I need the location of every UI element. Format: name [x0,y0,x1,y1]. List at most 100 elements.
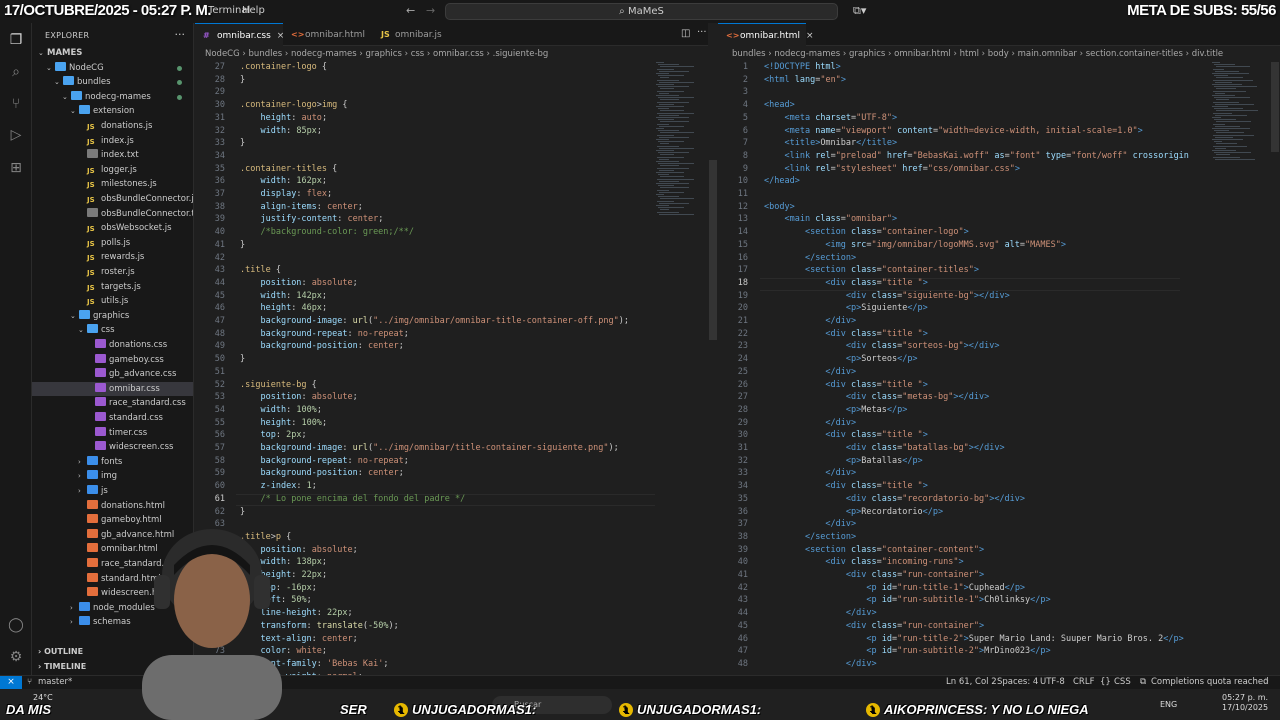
scrollbar[interactable] [709,160,717,340]
explorer-icon[interactable]: ❐ [7,31,25,49]
chevron-right-icon: › [950,49,960,59]
git-branch[interactable]: master* [38,676,72,689]
breadcrumb-item[interactable]: div.title [1192,49,1223,59]
bell-icon[interactable]: ♢ [1262,676,1270,689]
copilot-icon[interactable]: ⧉▾ [853,4,866,18]
breadcrumb-item[interactable]: bundles [249,49,283,59]
tree-folder[interactable]: ⌄ bundles [32,75,193,90]
folder-icon [79,616,90,626]
tree-folder[interactable]: ⌄ nodecg-mames [32,90,193,105]
close-icon[interactable]: × [806,31,814,41]
breadcrumb-item[interactable]: graphics [366,49,402,59]
account-icon[interactable]: ◯ [7,616,25,634]
breadcrumb-item[interactable]: bundles [732,49,766,59]
code-line: <p>Metas</p> [845,404,908,415]
minimap-line [660,143,669,145]
line-number: 61 [214,493,225,504]
tree-folder[interactable]: ⌄ extension [32,104,193,119]
completions-status[interactable]: Completions quota reached [1151,676,1268,689]
tree-file[interactable]: JS polls.js [32,236,193,251]
tree-file[interactable]: JS rewards.js [32,250,193,265]
editor-tab[interactable]: <>omnibar.html × [718,23,814,46]
breadcrumb-item[interactable]: nodecg-mames [291,49,357,59]
tree-file[interactable]: JS roster.js [32,265,193,280]
code-line: <p id="run-title-2">Super Mario Land: Su… [866,633,1184,644]
remote-icon[interactable]: ⨯ [0,676,22,690]
breadcrumb-item[interactable]: NodeCG [205,49,240,59]
command-center[interactable]: ⌕ MaMeS [445,3,838,20]
arrow-left-icon[interactable]: ← [406,4,415,17]
breadcrumb-item[interactable]: .siguiente-bg [493,49,549,59]
menu-help[interactable]: Help [242,5,265,16]
minimap-line [660,99,679,101]
tree-item-label: obsBundleConnector.txt [101,208,194,219]
split-editor-icon[interactable]: ◫ [681,28,690,39]
line-ending[interactable]: CRLF [1073,676,1094,689]
encoding[interactable]: UTF-8 [1040,676,1065,689]
breadcrumb-item[interactable]: omnibar.css [433,49,484,59]
chevron-right-icon: › [978,49,988,59]
html-code-editor[interactable]: 1 <!DOCTYPE html> 2 <html lang="en"> 3 4 <head… [718,62,1208,675]
breadcrumb-item[interactable]: body [988,49,1009,59]
source-control-icon[interactable]: ⑂ [7,95,25,113]
breadcrumb-item[interactable]: nodecg-mames [774,49,840,59]
breadcrumb-item[interactable]: graphics [849,49,885,59]
indentation[interactable]: Spaces: 4 [997,676,1038,689]
tree-folder[interactable]: ⌄ css [32,323,193,338]
chevron-right-icon: › [483,49,493,59]
gear-icon[interactable]: ⚙ [7,648,25,666]
tree-file[interactable]: JS utils.js [32,294,193,309]
tree-folder[interactable]: › js [32,484,193,499]
tree-file[interactable]: JS index.js [32,134,193,149]
line-number: 44 [737,608,748,619]
cursor-position[interactable]: Ln 61, Col 2 [946,676,997,689]
tree-file[interactable]: gameboy.css [32,353,193,368]
tree-folder[interactable]: ⌄ MAMES [32,46,193,61]
tree-file[interactable]: gb_advance.css [32,367,193,382]
breadcrumb-item[interactable]: html [960,49,979,59]
tree-file[interactable]: timer.css [32,426,193,441]
tree-folder[interactable]: ⌄ NodeCG [32,61,193,76]
tree-file[interactable]: index.txt [32,148,193,163]
tree-file[interactable]: race_standard.css [32,396,193,411]
tree-file[interactable]: JS milestones.js [32,177,193,192]
minimap-line [660,88,674,90]
tree-file[interactable]: JS donations.js [32,119,193,134]
breadcrumb-item[interactable]: main.omnibar [1018,49,1077,59]
tree-folder[interactable]: ⌄ graphics [32,309,193,324]
tree-file[interactable]: donations.css [32,338,193,353]
minimap[interactable] [656,62,704,215]
breadcrumb-item[interactable]: section.container-titles [1086,49,1183,59]
more-actions-icon[interactable]: ··· [175,28,186,41]
language-mode[interactable]: CSS [1114,676,1131,689]
tree-file[interactable]: omnibar.css [32,381,193,397]
tree-file[interactable]: JS logger.js [32,163,193,178]
minimap[interactable] [1212,62,1260,172]
minimap-line [658,108,669,110]
tree-file[interactable]: JS obsWebsocket.js [32,221,193,236]
code-line: } [240,74,246,85]
tree-file[interactable]: obsBundleConnector.txt [32,207,194,222]
editor-tab[interactable]: JS omnibar.js [373,23,451,46]
tree-file[interactable]: JS targets.js [32,280,193,295]
js-file-icon: JS [87,181,95,190]
tree-file[interactable]: standard.css [32,411,193,426]
tree-folder[interactable]: › fonts [32,455,193,470]
breadcrumb-item[interactable]: omnibar.html [894,49,951,59]
more-actions-icon[interactable]: ··· [697,27,707,38]
code-line: /*background-color: green;/**/ [260,227,415,238]
extensions-icon[interactable]: ⊞ [7,159,25,177]
breadcrumb-item[interactable]: css [411,49,425,59]
search-icon[interactable]: ⌕ [7,63,25,81]
arrow-right-icon[interactable]: → [426,4,435,17]
weather-widget[interactable]: 24°C [33,693,53,702]
editor-tab[interactable]: <>omnibar.html [283,23,373,46]
tree-folder[interactable]: › img [32,469,193,484]
tree-file[interactable]: widescreen.css [32,440,193,455]
editor-tab[interactable]: # omnibar.css × [195,23,284,46]
tree-file[interactable]: JS obsBundleConnector.js [32,192,193,207]
run-debug-icon[interactable]: ▷ [7,126,25,144]
scrollbar[interactable] [1271,62,1279,152]
minimap-line [660,198,694,200]
webcam-shirt [142,655,282,720]
